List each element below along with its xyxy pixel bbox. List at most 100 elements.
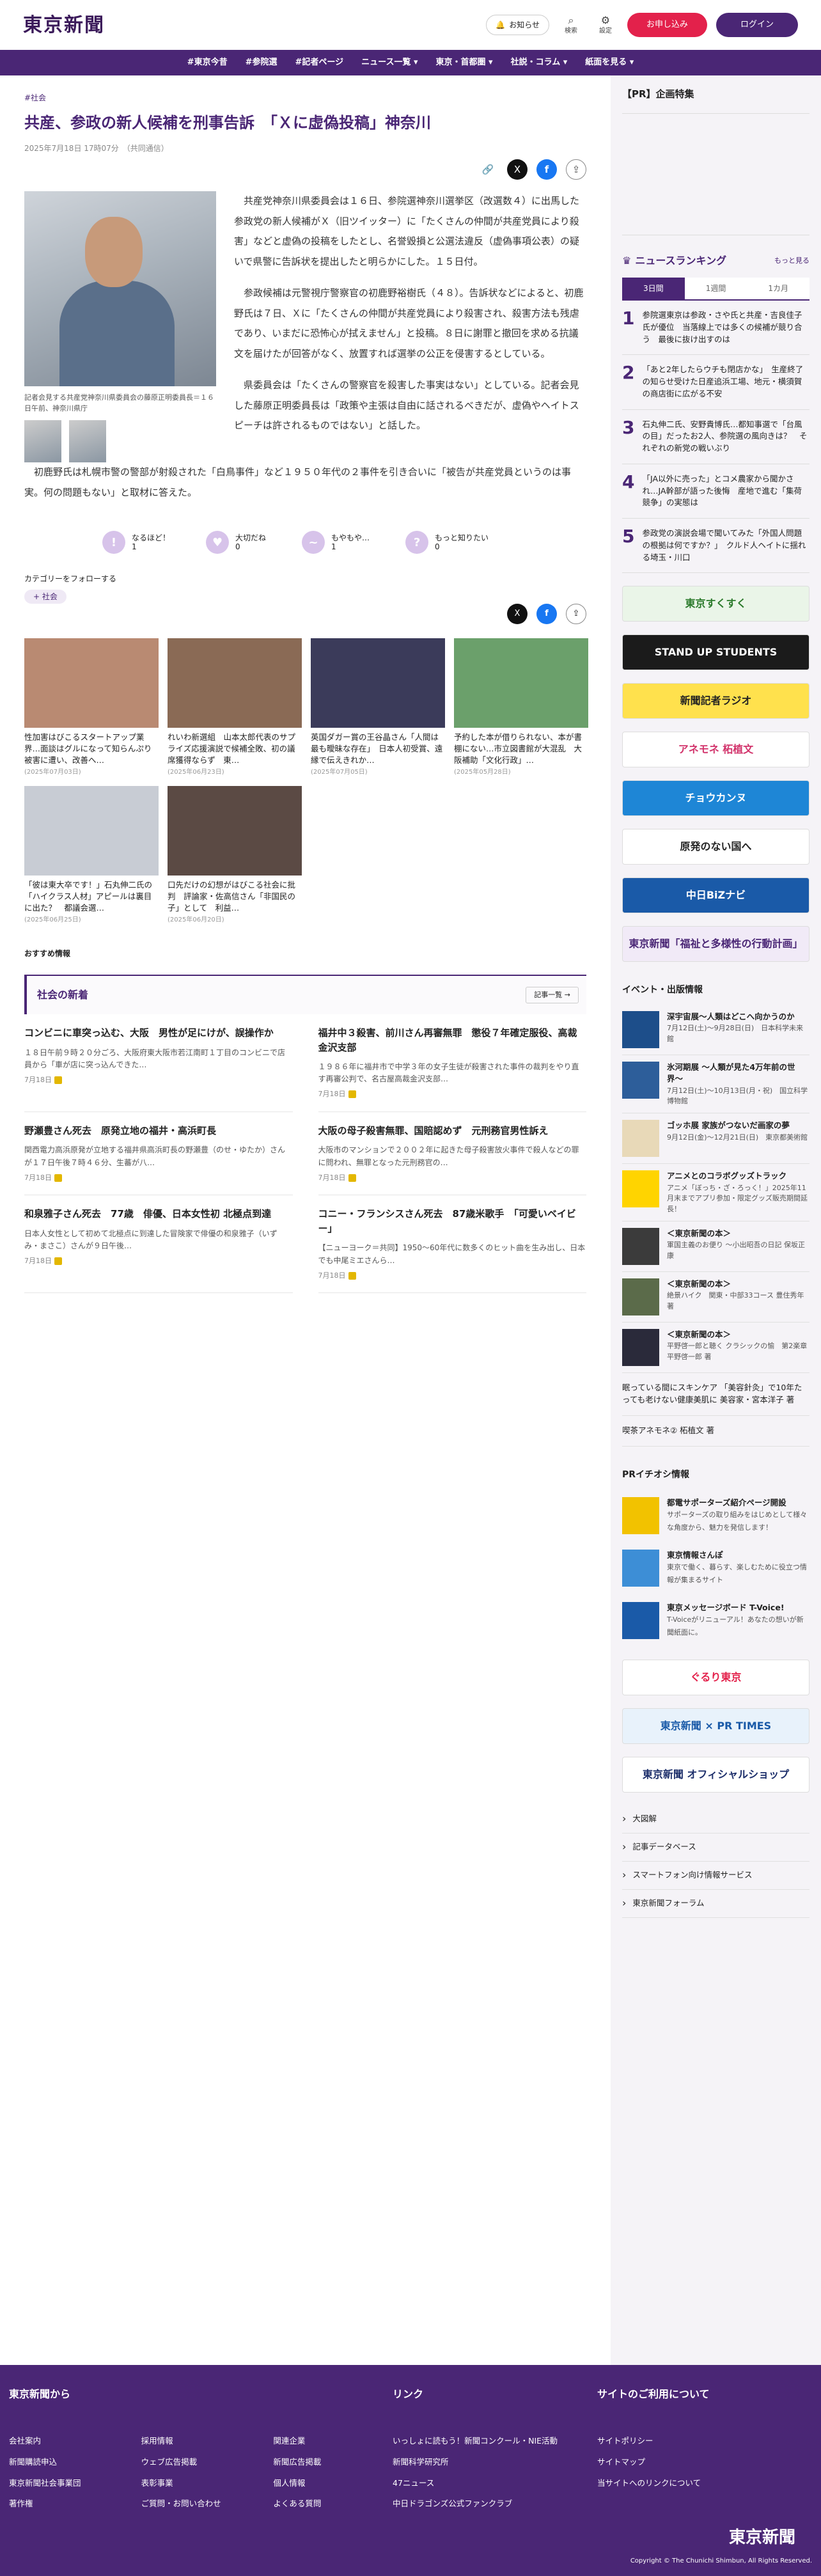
footer-link[interactable]: 関連企業 — [273, 2435, 380, 2447]
facebook-share-icon[interactable]: f — [536, 604, 557, 625]
banner[interactable]: 東京新聞 × PR TIMES — [622, 1708, 809, 1744]
event-item[interactable]: アニメとのコラボグッズトラック アニメ「ぼっち・ざ・ろっく！」2025年11月末ま… — [622, 1164, 809, 1222]
photo-thumbnail[interactable] — [69, 420, 106, 463]
related-card[interactable]: 口先だけの幻想がはびこる社会に批判 評論家・佐高信さん「非国民の子」として 利益… — [168, 786, 302, 925]
search-button[interactable]: ⌕ 検索 — [558, 14, 584, 36]
banner[interactable]: 中日BiZナビ — [622, 877, 809, 914]
event-image[interactable] — [622, 1329, 659, 1367]
ranking-item[interactable]: 3 石丸伸二氏、安野貴博氏…都知事選で「台風の目」だったお2人、参院選の風向きは？… — [622, 410, 809, 464]
category-tag[interactable]: #社会 — [24, 93, 46, 102]
nav-item[interactable]: ニュース一覧 ▾ — [361, 56, 418, 69]
share-icon[interactable]: ⇪ — [566, 159, 586, 180]
nav-item[interactable]: #記者ページ — [295, 56, 343, 69]
reaction-button[interactable]: ♥ 大切だね 0 — [206, 531, 266, 554]
news-title[interactable]: コンビニに車突っ込む、大阪 男性が足にけが、誤操作か — [24, 1026, 293, 1041]
news-item[interactable]: 和泉雅子さん死去 77歳 俳優、日本女性初 北極点到達 日本人女性として初めて北極… — [24, 1195, 293, 1294]
follow-category-chip[interactable]: + 社会 — [24, 590, 66, 604]
login-button[interactable]: ログイン — [715, 13, 798, 37]
related-card[interactable]: 英国ダガー賞の王谷晶さん「人間は最も曖昧な存在」 日本人初受賞、遠縁で伝えきれか… — [311, 638, 445, 777]
footer-logo[interactable]: 東京新聞 — [729, 2525, 795, 2550]
facebook-share-icon[interactable]: f — [536, 159, 557, 180]
footer-link[interactable]: 新聞購読申込 — [9, 2456, 116, 2469]
ranking-item[interactable]: 1 参院選東京は参政・さや氏と共産・吉良佳子氏が優位 当落線上では多くの候補が競り… — [622, 301, 809, 356]
event-image[interactable] — [622, 1170, 659, 1208]
tab-1month[interactable]: 1カ月 — [747, 278, 810, 299]
banner[interactable]: ぐるり東京 — [622, 1659, 809, 1695]
news-title[interactable]: 大阪の母子殺害無罪、国賠認めず 元刑務官男性訴え — [318, 1124, 587, 1138]
related-image[interactable] — [168, 638, 302, 728]
ranking-more-link[interactable]: もっと見る — [774, 256, 809, 267]
nav-item[interactable]: #参院選 — [246, 56, 278, 69]
sidebar-link[interactable]: スマートフォン向け情報サービス — [622, 1862, 809, 1890]
nav-item[interactable]: 社説・コラム ▾ — [511, 56, 568, 69]
footer-link[interactable]: よくある質問 — [273, 2498, 380, 2510]
book-link[interactable]: 眠っている間にスキンケア 「美容針灸」で10年たっても老けない健康美肌に 美容家… — [622, 1373, 809, 1416]
x-share-icon[interactable]: X — [507, 159, 528, 180]
link-copy-icon[interactable]: 🔗 — [478, 159, 498, 180]
reaction-button[interactable]: ~ もやもや… 1 — [302, 531, 370, 554]
footer-link[interactable]: 新聞広告掲載 — [273, 2456, 380, 2469]
footer-link[interactable]: 当サイトへのリンクについて — [597, 2478, 789, 2490]
sidebar-link[interactable]: 東京新聞フォーラム — [622, 1890, 809, 1918]
news-item[interactable]: 福井中３殺害、前川さん再審無罪 懲役７年確定服役、高裁金沢支部 １９８６年に福井市… — [318, 1014, 587, 1112]
related-card[interactable]: 「彼は東大卒です！」石丸伸二氏の「ハイクラス人材」アピールは裏目に出た？ 都議会… — [24, 786, 159, 925]
banner[interactable]: 東京すくすく — [622, 586, 809, 622]
reaction-button[interactable]: ? もっと知りたい 0 — [405, 531, 489, 554]
news-title[interactable]: 野瀬豊さん死去 原発立地の福井・高浜町長 — [24, 1124, 293, 1138]
tab-1week[interactable]: 1週間 — [684, 278, 747, 299]
banner[interactable]: 原発のない国へ — [622, 829, 809, 865]
ranking-item[interactable]: 2 「あと2年したらウチも閉店かな」 生産終了の知らせ受けた日産追浜工場、地元・横… — [622, 355, 809, 410]
book-link[interactable]: 喫茶アネモネ② 柘植文 著 — [622, 1416, 809, 1447]
footer-link[interactable]: 東京新聞社会事業団 — [9, 2478, 116, 2490]
banner[interactable]: 東京新聞「福祉と多様性の行動計画」 — [622, 926, 809, 962]
footer-link[interactable]: 中日ドラゴンズ公式ファンクラブ — [393, 2498, 584, 2510]
nav-item[interactable]: 紙面を見る ▾ — [585, 56, 634, 69]
footer-link[interactable]: サイトマップ — [597, 2456, 789, 2469]
pr-image[interactable] — [622, 1496, 659, 1534]
subscribe-button[interactable]: お申し込み — [627, 13, 707, 37]
related-card[interactable]: 予約した本が借りられない、本が書棚にない…市立図書館が大混乱 大阪補助「文化行政… — [454, 638, 588, 777]
ranking-item[interactable]: 4 「JA以外に売った」とコメ農家から聞かされ…JA幹部が語った後悔 産地で進む「… — [622, 464, 809, 519]
banner[interactable]: STAND UP STUDENTS — [622, 634, 809, 671]
notification-button[interactable]: 🔔 お知らせ — [486, 15, 549, 35]
banner[interactable]: チョウカンヌ — [622, 780, 809, 817]
news-item[interactable]: コニー・フランシスさん死去 87歳米歌手 「可愛いベイビー」 【ニューヨーク＝共同… — [318, 1195, 587, 1294]
related-image[interactable] — [24, 638, 159, 728]
event-image[interactable] — [622, 1120, 659, 1158]
footer-link[interactable]: サイトポリシー — [597, 2435, 789, 2447]
footer-link[interactable]: ご質問・お問い合わせ — [141, 2498, 248, 2510]
news-title[interactable]: コニー・フランシスさん死去 87歳米歌手 「可愛いベイビー」 — [318, 1207, 587, 1236]
settings-button[interactable]: ⚙ 設定 — [593, 14, 618, 36]
pr-item[interactable]: 東京情報さんぽ 東京で働く、暮らす、楽しむために役立つ情報が集まるサイト — [622, 1542, 809, 1594]
x-share-icon[interactable]: X — [507, 604, 528, 625]
tab-3days[interactable]: 3日間 — [622, 278, 685, 299]
news-item[interactable]: コンビニに車突っ込む、大阪 男性が足にけが、誤操作か １８日午前９時２０分ごろ、大… — [24, 1014, 293, 1112]
related-image[interactable] — [311, 638, 445, 728]
event-item[interactable]: ゴッホ展 家族がつないだ画家の夢 9月12日(金)〜12月21日(日) 東京都美術… — [622, 1113, 809, 1165]
related-image[interactable] — [168, 786, 302, 876]
banner[interactable]: 東京新聞 オフィシャルショップ — [622, 1756, 809, 1793]
related-image[interactable] — [454, 638, 588, 728]
event-item[interactable]: 氷河期展 〜人類が見た4万年前の世界〜 7月12日(土)〜10月13日(月・祝) … — [622, 1055, 809, 1114]
site-logo[interactable]: 東京新聞 — [23, 11, 105, 40]
footer-link[interactable]: 会社案内 — [9, 2435, 116, 2447]
event-image[interactable] — [622, 1011, 659, 1049]
footer-link[interactable]: 表彰事業 — [141, 2478, 248, 2490]
event-item[interactable]: ＜東京新聞の本＞ 平野啓一郎と聴く クラシックの愉 第2楽章 平野啓一郎 著 — [622, 1323, 809, 1374]
footer-link[interactable]: 採用情報 — [141, 2435, 248, 2447]
footer-link[interactable]: 47ニュース — [393, 2478, 584, 2490]
event-image[interactable] — [622, 1062, 659, 1099]
event-image[interactable] — [622, 1278, 659, 1316]
related-image[interactable] — [24, 786, 159, 876]
nav-item[interactable]: 東京・首都圏 ▾ — [436, 56, 493, 69]
event-item[interactable]: 深宇宙展〜人類はどこへ向かうのか 7月12日(土)〜9月28日(日) 日本科学未来… — [622, 1005, 809, 1056]
reaction-button[interactable]: ! なるほど！ 1 — [102, 531, 170, 554]
pr-item[interactable]: 東京メッセージボード T-Voice! T-Voiceがリニューアル！あなたの想い… — [622, 1594, 809, 1647]
news-title[interactable]: 福井中３殺害、前川さん再審無罪 懲役７年確定服役、高裁金沢支部 — [318, 1026, 587, 1055]
related-card[interactable]: れいわ新選組 山本太郎代表のサプライズ応援演説で候補全敗、初の議席獲得ならず 東… — [168, 638, 302, 777]
banner[interactable]: 新聞記者ラジオ — [622, 683, 809, 719]
footer-link[interactable]: 個人情報 — [273, 2478, 380, 2490]
pr-image[interactable] — [622, 1601, 659, 1639]
event-image[interactable] — [622, 1228, 659, 1266]
article-photo[interactable] — [24, 191, 216, 387]
